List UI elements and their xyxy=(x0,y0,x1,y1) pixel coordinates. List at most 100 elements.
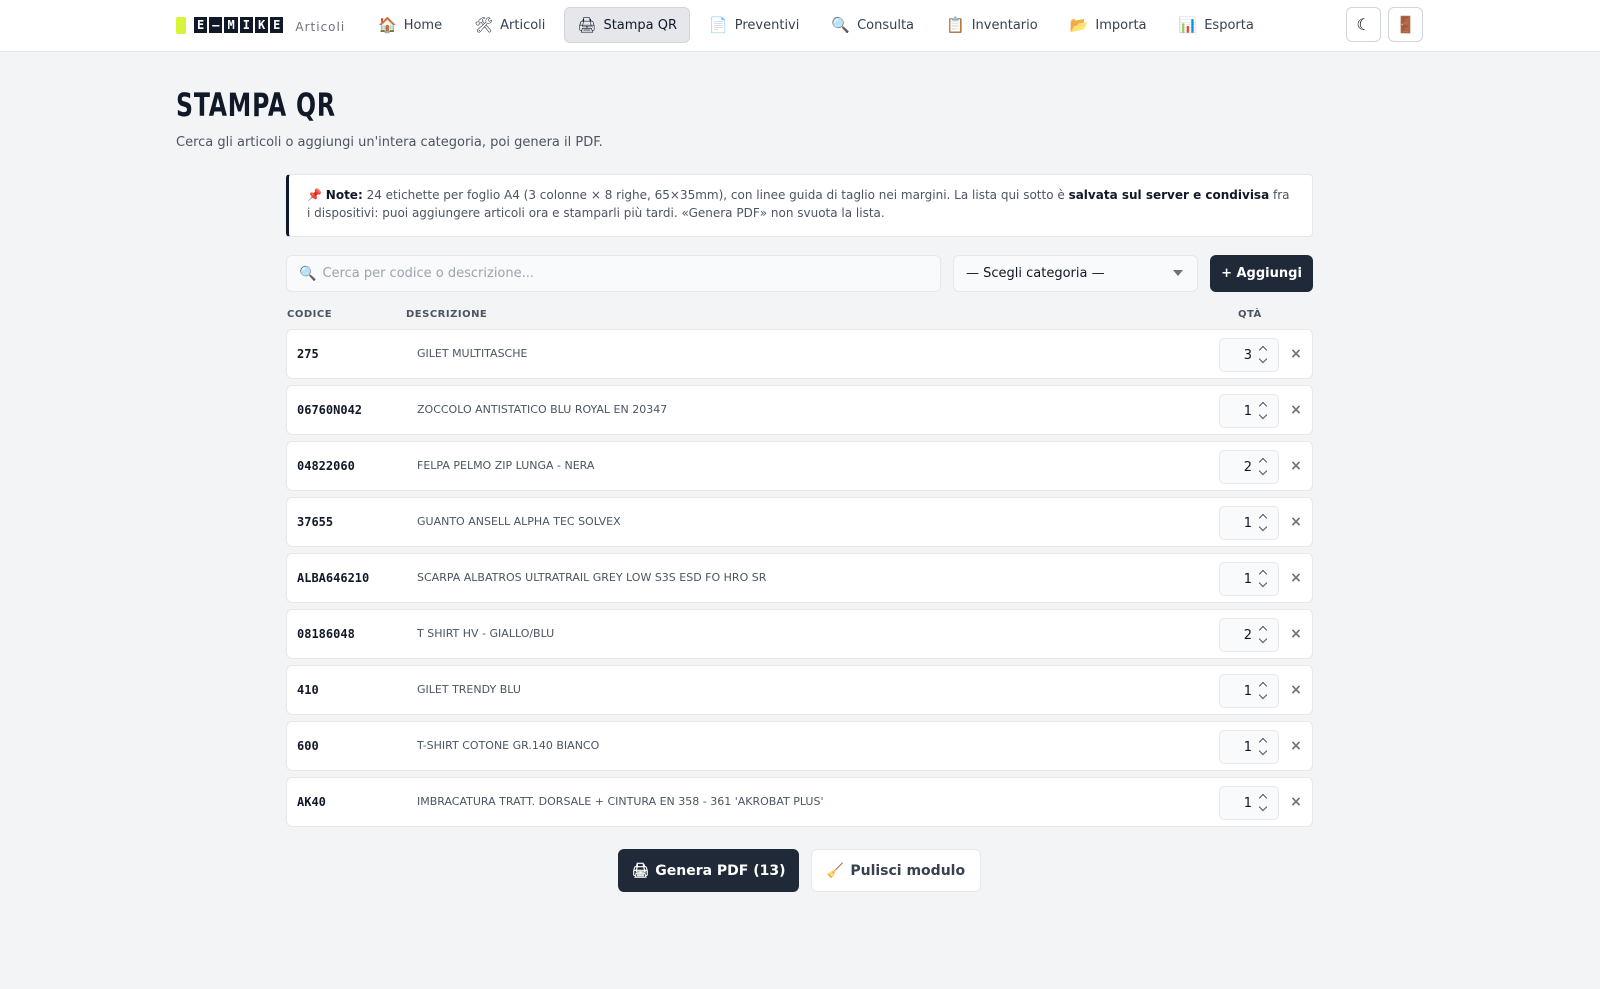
quantity-stepper[interactable]: 1 xyxy=(1219,674,1279,708)
nav-item-label: Esporta xyxy=(1204,17,1254,33)
stepper-arrows-icon[interactable] xyxy=(1259,513,1269,533)
search-icon: 🔍 xyxy=(299,265,317,282)
remove-item-button[interactable]: × xyxy=(1287,624,1305,644)
item-code: 600 xyxy=(297,739,319,753)
quantity-value: 1 xyxy=(1243,684,1252,699)
nav-item-articoli[interactable]: 🛠 Articoli xyxy=(461,7,558,43)
remove-item-button[interactable]: × xyxy=(1287,400,1305,420)
stepper-arrows-icon[interactable] xyxy=(1259,793,1269,813)
quantity-stepper[interactable]: 1 xyxy=(1219,562,1279,596)
generate-pdf-button[interactable]: 🖨 Genera PDF (13) xyxy=(618,849,799,892)
quantity-stepper[interactable]: 2 xyxy=(1219,450,1279,484)
quantity-stepper[interactable]: 1 xyxy=(1219,730,1279,764)
quantity-value: 1 xyxy=(1243,404,1252,419)
remove-item-button[interactable]: × xyxy=(1287,456,1305,476)
note-label: Note: xyxy=(325,188,363,202)
category-select[interactable]: — Scegli categoria — xyxy=(953,255,1198,292)
item-code: AK40 xyxy=(297,795,326,809)
remove-item-button[interactable]: × xyxy=(1287,792,1305,812)
quantity-value: 1 xyxy=(1243,740,1252,755)
item-description: IMBRACATURA TRATT. DORSALE + CINTURA EN … xyxy=(417,795,824,808)
category-select-value: — Scegli categoria — xyxy=(966,266,1105,281)
item-code: 04822060 xyxy=(297,459,355,473)
table-row: 08186048 T SHIRT HV - GIALLO/BLU 2 × xyxy=(286,609,1313,659)
quantity-stepper[interactable]: 2 xyxy=(1219,618,1279,652)
brand-accent-bar xyxy=(176,16,186,34)
brand-logo-letter: I xyxy=(239,17,253,33)
column-header-quantity: QTÀ xyxy=(1238,309,1262,320)
theme-toggle-button[interactable]: ☾ xyxy=(1346,7,1381,42)
main-nav: 🏠 Home 🛠 Articoli 🖨 Stampa QR 📄 Preventivi 🔍 Cons… xyxy=(365,7,1267,43)
table-row: 06760N042 ZOCCOLO ANTISTATICO BLU ROYAL E… xyxy=(286,385,1313,435)
quantity-stepper[interactable]: 1 xyxy=(1219,394,1279,428)
nav-item-label: Preventivi xyxy=(734,17,800,33)
pin-icon: 📌 xyxy=(307,188,322,202)
table-row: 410 GILET TRENDY BLU 1 × xyxy=(286,665,1313,715)
inventario-icon: 📋 xyxy=(946,15,965,34)
chevron-down-icon xyxy=(1173,270,1183,276)
brand-section-label: Articoli xyxy=(295,20,346,34)
stepper-arrows-icon[interactable] xyxy=(1259,457,1269,477)
importa-icon: 📂 xyxy=(1069,15,1089,34)
quantity-value: 1 xyxy=(1243,516,1252,531)
brand-logo: E – M I K E xyxy=(194,17,284,33)
search-input[interactable] xyxy=(322,266,923,281)
nav-item-stampa-qr[interactable]: 🖨 Stampa QR xyxy=(564,7,691,43)
top-navbar: E – M I K E Articoli 🏠 Home 🛠 Articoli 🖨 Stampa QR… xyxy=(0,0,1600,52)
quantity-value: 1 xyxy=(1243,796,1252,811)
printer-icon: 🖨 xyxy=(631,862,650,879)
remove-item-button[interactable]: × xyxy=(1287,512,1305,532)
nav-item-home[interactable]: 🏠 Home xyxy=(365,7,455,43)
clear-form-button[interactable]: 🧹 Pulisci modulo xyxy=(811,849,981,892)
nav-item-label: Stampa QR xyxy=(603,17,678,33)
stepper-arrows-icon[interactable] xyxy=(1259,625,1269,645)
table-row: 275 GILET MULTITASCHE 3 × xyxy=(286,329,1313,379)
brand[interactable]: E – M I K E Articoli xyxy=(176,16,345,34)
brand-logo-letter: – xyxy=(209,17,223,33)
nav-item-preventivi[interactable]: 📄 Preventivi xyxy=(696,7,812,43)
consulta-icon: 🔍 xyxy=(831,15,851,34)
nav-item-importa[interactable]: 📂 Importa xyxy=(1057,7,1160,43)
page-subtitle: Cerca gli articoli o aggiungi un'intera … xyxy=(176,135,603,150)
quantity-stepper[interactable]: 1 xyxy=(1219,786,1279,820)
item-description: ZOCCOLO ANTISTATICO BLU ROYAL EN 20347 xyxy=(417,403,668,416)
stepper-arrows-icon[interactable] xyxy=(1259,569,1269,589)
item-description: GILET TRENDY BLU xyxy=(417,683,521,696)
quantity-value: 2 xyxy=(1243,460,1252,475)
item-description: FELPA PELMO ZIP LUNGA - NERA xyxy=(417,459,595,472)
stepper-arrows-icon[interactable] xyxy=(1259,737,1269,757)
stepper-arrows-icon[interactable] xyxy=(1259,345,1269,365)
item-description: GUANTO ANSELL ALPHA TEC SOLVEX xyxy=(417,515,621,528)
moon-icon: ☾ xyxy=(1356,16,1371,34)
brand-logo-letter: K xyxy=(254,17,269,33)
item-description: T SHIRT HV - GIALLO/BLU xyxy=(417,627,555,640)
nav-item-consulta[interactable]: 🔍 Consulta xyxy=(818,7,927,43)
brand-logo-letter: E xyxy=(270,17,284,33)
remove-item-button[interactable]: × xyxy=(1287,568,1305,588)
search-box[interactable]: 🔍 xyxy=(286,255,941,292)
nav-item-label: Inventario xyxy=(971,17,1038,33)
quantity-value: 3 xyxy=(1243,348,1252,363)
nav-item-label: Importa xyxy=(1095,17,1147,33)
table-row: 04822060 FELPA PELMO ZIP LUNGA - NERA 2 × xyxy=(286,441,1313,491)
stepper-arrows-icon[interactable] xyxy=(1259,401,1269,421)
stepper-arrows-icon[interactable] xyxy=(1259,681,1269,701)
nav-item-inventario[interactable]: 📋 Inventario xyxy=(933,7,1051,43)
preventivi-icon: 📄 xyxy=(709,15,728,34)
door-icon: 🚪 xyxy=(1395,16,1416,34)
quantity-stepper[interactable]: 3 xyxy=(1219,338,1279,372)
quantity-stepper[interactable]: 1 xyxy=(1219,506,1279,540)
item-code: 275 xyxy=(297,347,319,361)
remove-item-button[interactable]: × xyxy=(1287,344,1305,364)
item-code: ALBA646210 xyxy=(297,571,370,585)
remove-item-button[interactable]: × xyxy=(1287,736,1305,756)
remove-item-button[interactable]: × xyxy=(1287,680,1305,700)
nav-item-label: Consulta xyxy=(857,17,915,33)
articoli-icon: 🛠 xyxy=(474,15,494,34)
column-header-description: DESCRIZIONE xyxy=(406,309,488,320)
item-code: 410 xyxy=(297,683,319,697)
esporta-icon: 📊 xyxy=(1178,15,1198,34)
logout-button[interactable]: 🚪 xyxy=(1388,7,1423,42)
add-button[interactable]: + Aggiungi xyxy=(1210,255,1313,292)
nav-item-esporta[interactable]: 📊 Esporta xyxy=(1166,7,1267,43)
